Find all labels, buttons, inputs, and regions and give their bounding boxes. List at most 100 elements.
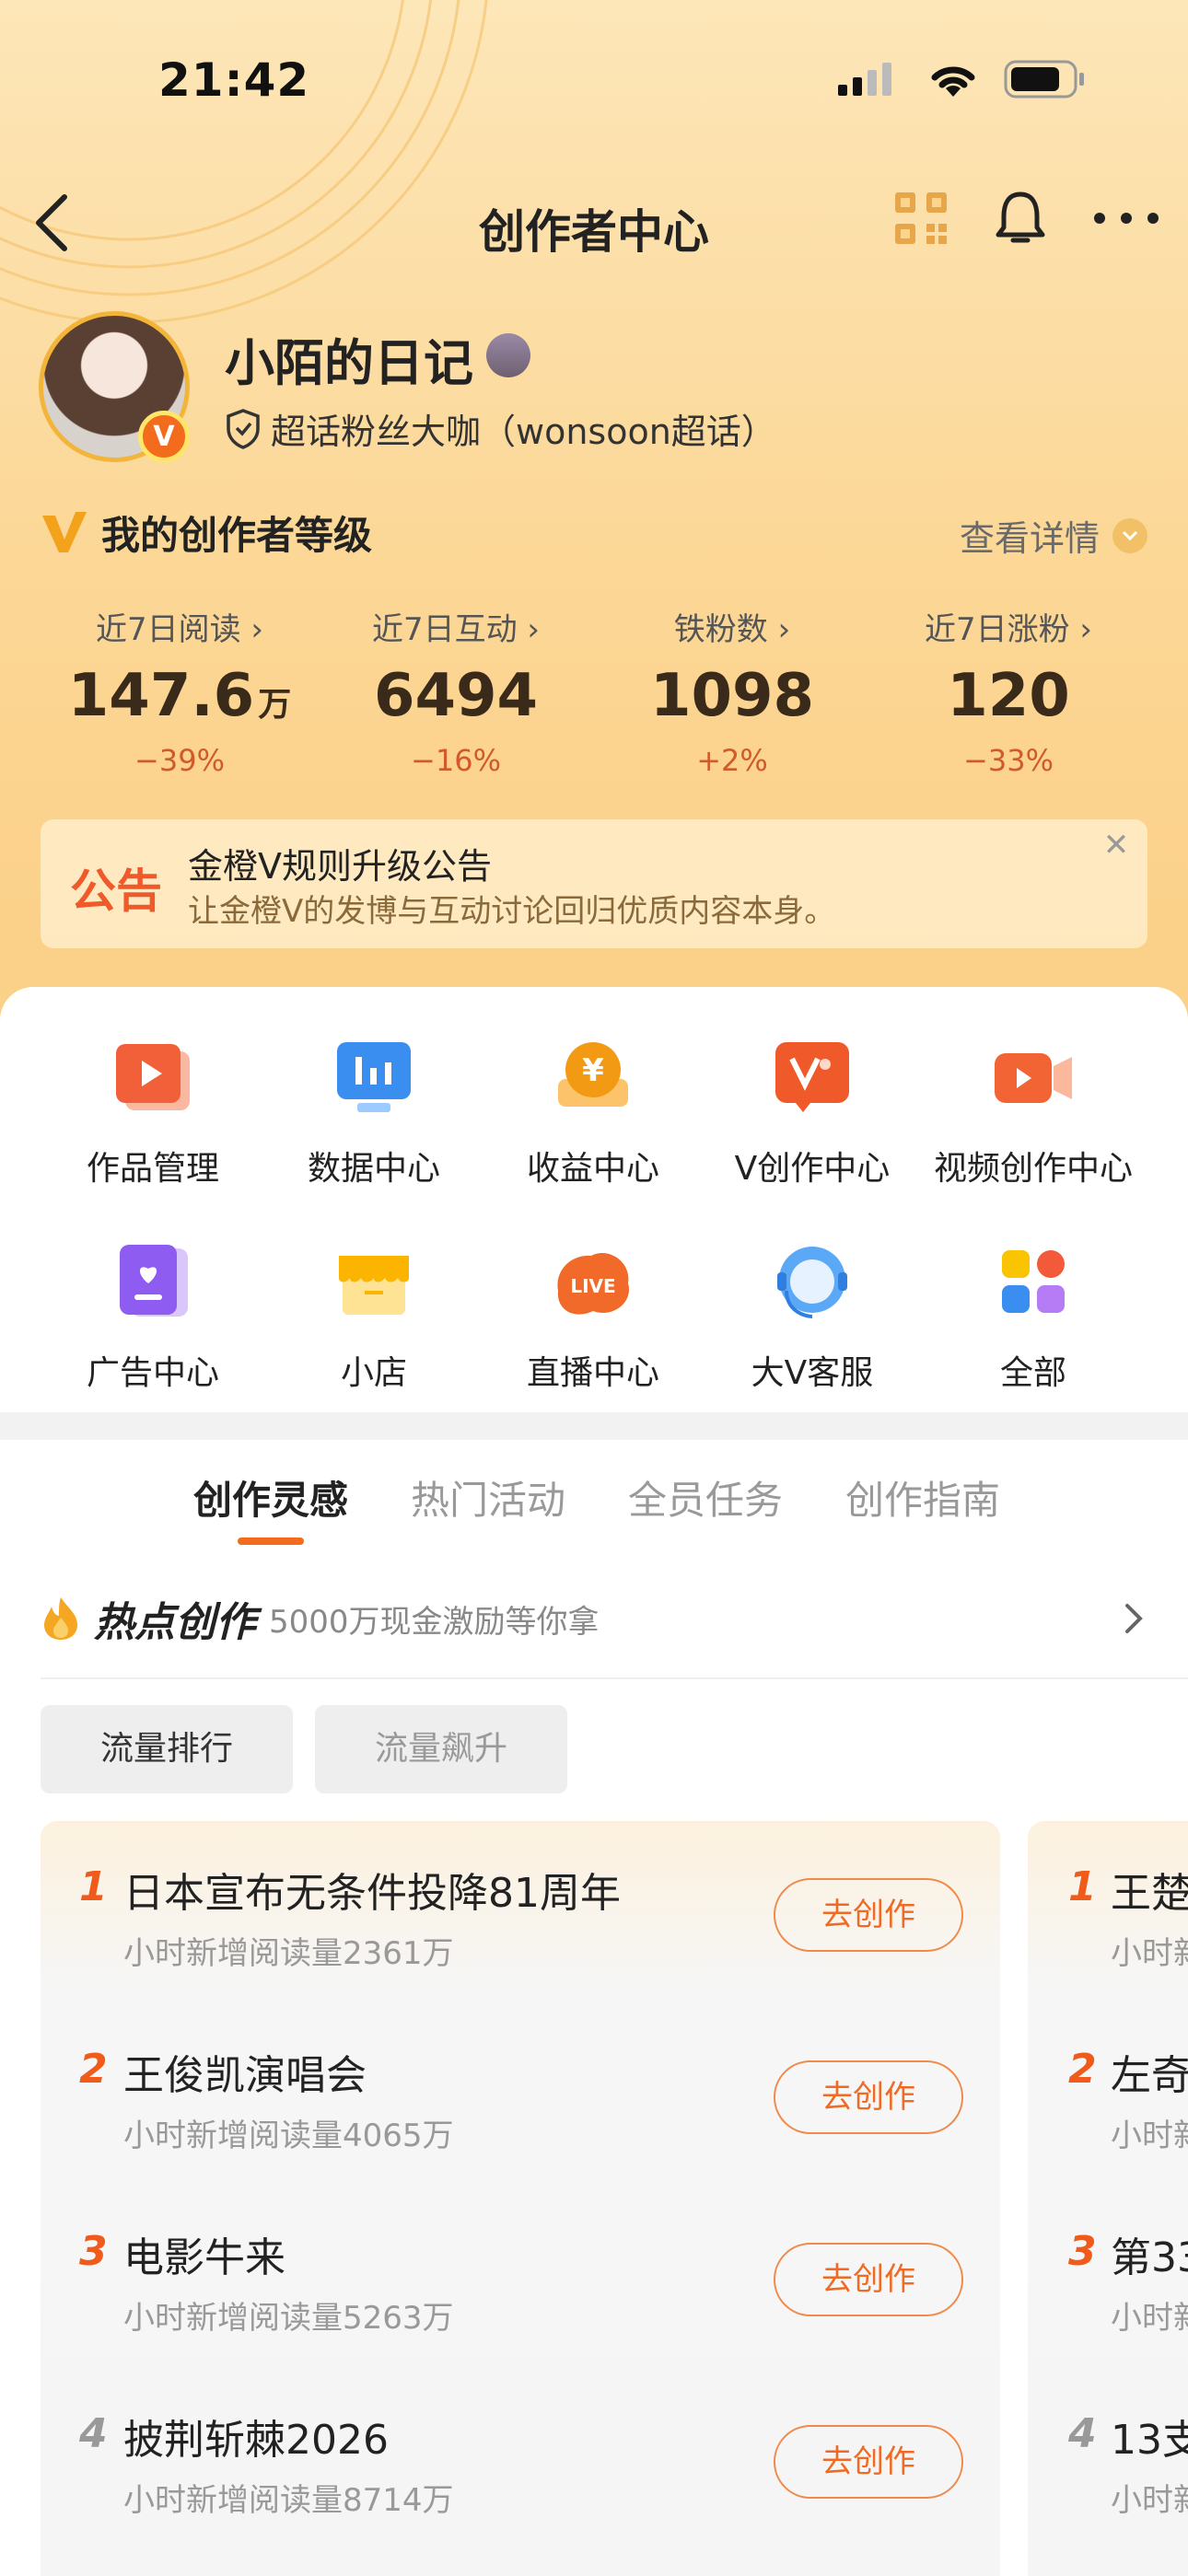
topic-title: 第33 <box>1111 2234 1188 2281</box>
nav-actions <box>893 189 1160 248</box>
stats-row: 近7日阅读 › 147.6 万 −39% 近7日互动 › 6494 −16% 铁粉… <box>55 604 1133 778</box>
topic-reads: 小时新增阅读量5263万 <box>123 2300 454 2337</box>
rank-number: 2 <box>1068 2046 1097 2093</box>
topic-title: 王俊凯演唱会 <box>123 2052 367 2099</box>
stat-label: 近7日互动 › <box>371 611 541 648</box>
live-icon: LIVE <box>557 1252 630 1315</box>
topic-reads: 小时新 <box>1111 2482 1188 2519</box>
stat-change: +2% <box>696 743 768 778</box>
topic-title: 日本宣布无条件投降81周年 <box>123 1870 621 1917</box>
tab-all-tasks[interactable]: 全员任务 <box>628 1469 783 1526</box>
tool-works[interactable]: 作品管理 <box>42 1033 263 1189</box>
yuan-coin-icon: ¥ <box>558 1042 628 1107</box>
shop-icon <box>339 1256 409 1315</box>
qr-code-icon[interactable] <box>893 191 949 246</box>
flame-icon <box>44 1597 77 1640</box>
profile-name[interactable]: 小陌的日记 <box>225 322 473 395</box>
tool-live[interactable]: LIVE 直播中心 <box>483 1237 704 1394</box>
stat-label: 铁粉数 › <box>673 611 791 648</box>
go-create-button[interactable]: 去创作 <box>774 2243 963 2316</box>
view-details-text: 查看详情 <box>959 518 1100 559</box>
stat-value: 6494 <box>373 662 539 730</box>
hot-creation-header[interactable]: 热点创作 5000万现金激励等你拿 <box>41 1589 1147 1648</box>
stat-value: 1098 <box>649 662 815 730</box>
announcement-banner[interactable]: 公告 金橙V规则升级公告 让金橙V的发博与互动讨论回归优质内容本身。 ✕ <box>41 819 1147 948</box>
go-create-button[interactable]: 去创作 <box>774 2425 963 2499</box>
tool-label: 大V客服 <box>751 1354 874 1392</box>
tools-grid: 作品管理 数据中心 ¥ 收益中心 V创作中心 视频创作中心 广告中心 小店 LI… <box>0 987 1188 1412</box>
topic-reads: 小时新 <box>1111 2300 1188 2337</box>
topic-reads: 小时新增阅读量8714万 <box>123 2482 454 2519</box>
all-grid-icon <box>1002 1250 1065 1313</box>
tool-v-create[interactable]: V创作中心 <box>702 1033 923 1189</box>
content-tabs: 创作灵感 热门活动 全员任务 创作指南 <box>193 1469 1000 1526</box>
rank-number: 3 <box>79 2228 108 2275</box>
rank-number: 4 <box>1068 2410 1097 2457</box>
signal-icon <box>838 63 891 96</box>
more-icon[interactable] <box>1092 209 1160 227</box>
chip-traffic-ranking[interactable]: 流量排行 <box>41 1705 293 1793</box>
announcement-tag: 公告 <box>70 864 162 918</box>
list-item[interactable]: 2 左奇 小时新 <box>1028 2003 1188 2186</box>
tool-label: 小店 <box>340 1354 407 1392</box>
v-level-icon <box>42 511 87 552</box>
stat-reads[interactable]: 近7日阅读 › 147.6 万 −39% <box>55 604 304 778</box>
tool-label: 数据中心 <box>307 1150 440 1188</box>
stat-iron-fans[interactable]: 铁粉数 › 1098 +2% <box>608 604 856 778</box>
list-item[interactable]: 1 王楚 小时新 <box>1028 1821 1188 2003</box>
chip-traffic-rising[interactable]: 流量飙升 <box>315 1705 567 1793</box>
rank-number: 3 <box>1068 2228 1097 2275</box>
view-details-link[interactable]: 查看详情 <box>960 510 1147 561</box>
status-time: 21:42 <box>158 53 310 107</box>
tool-all[interactable]: 全部 <box>923 1237 1144 1394</box>
hot-creation-subtitle: 5000万现金激励等你拿 <box>269 1603 600 1641</box>
tool-label: 作品管理 <box>86 1150 219 1188</box>
announcement-title: 金橙V规则升级公告 <box>188 846 492 887</box>
list-item[interactable]: 4 13支 小时新 <box>1028 2368 1188 2550</box>
status-icons <box>838 59 1087 99</box>
list-item[interactable]: 2 王俊凯演唱会 小时新增阅读量4065万 去创作 <box>41 2003 1000 2186</box>
announcement-subtitle: 让金橙V的发博与互动讨论回归优质内容本身。 <box>188 893 836 930</box>
section-divider <box>0 1412 1188 1440</box>
tab-hot-events[interactable]: 热门活动 <box>411 1469 565 1526</box>
rank-number: 4 <box>79 2410 108 2457</box>
list-item[interactable]: 1 日本宣布无条件投降81周年 小时新增阅读量2361万 去创作 <box>41 1821 1000 2003</box>
wifi-icon <box>931 66 975 97</box>
fan-title[interactable]: 超话粉丝大咖（wonsoon超话） <box>225 403 776 454</box>
topic-title: 披荆斩棘2026 <box>123 2417 389 2464</box>
creator-level[interactable]: 我的创作者等级 <box>41 505 372 561</box>
stat-change: −16% <box>411 743 501 778</box>
divider <box>41 1677 1188 1679</box>
tool-video[interactable]: 视频创作中心 <box>923 1033 1144 1189</box>
tool-income[interactable]: ¥ 收益中心 <box>483 1033 704 1189</box>
list-item[interactable]: 3 第33 小时新 <box>1028 2186 1188 2368</box>
battery-icon <box>1004 60 1084 99</box>
data-chart-icon <box>337 1042 411 1112</box>
ranking-list-secondary: 1 王楚 小时新 2 左奇 小时新 3 第33 小时新 4 13支 小时新 <box>1028 1821 1188 2576</box>
tool-label: V创作中心 <box>734 1150 891 1188</box>
list-item[interactable]: 3 电影牛来 小时新增阅读量5263万 去创作 <box>41 2186 1000 2368</box>
go-create-button[interactable]: 去创作 <box>774 1878 963 1952</box>
tab-inspiration[interactable]: 创作灵感 <box>193 1469 348 1526</box>
topic-reads: 小时新 <box>1111 1935 1188 1972</box>
go-create-button[interactable]: 去创作 <box>774 2060 963 2134</box>
rank-number: 2 <box>79 2046 108 2093</box>
headset-icon <box>777 1247 847 1318</box>
tool-label: 全部 <box>999 1354 1066 1392</box>
topic-reads: 小时新增阅读量4065万 <box>123 2118 454 2154</box>
bell-icon[interactable] <box>993 189 1048 248</box>
tool-ads[interactable]: 广告中心 <box>42 1237 263 1394</box>
tab-guide[interactable]: 创作指南 <box>845 1469 1000 1526</box>
chevron-right-icon <box>1125 1604 1143 1633</box>
medal-badge-icon <box>486 333 530 377</box>
close-icon[interactable]: ✕ <box>1098 827 1135 864</box>
tool-customer-service[interactable]: 大V客服 <box>702 1237 923 1394</box>
topic-title: 13支 <box>1111 2417 1188 2464</box>
stat-new-fans[interactable]: 近7日涨粉 › 120 −33% <box>884 604 1133 778</box>
tool-shop[interactable]: 小店 <box>263 1237 484 1394</box>
topic-title: 左奇 <box>1111 2052 1188 2099</box>
list-item[interactable]: 4 披荆斩棘2026 小时新增阅读量8714万 去创作 <box>41 2368 1000 2550</box>
video-camera-icon <box>995 1053 1072 1103</box>
tool-data[interactable]: 数据中心 <box>263 1033 484 1189</box>
stat-interactions[interactable]: 近7日互动 › 6494 −16% <box>332 604 580 778</box>
